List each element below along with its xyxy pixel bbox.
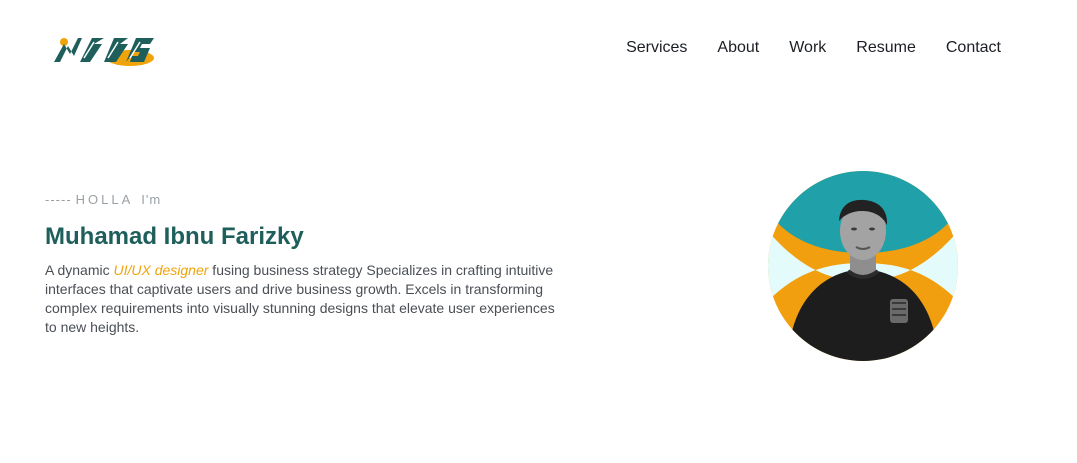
nav-work[interactable]: Work [789,38,826,58]
site-logo[interactable] [50,30,158,70]
hero-description: A dynamic UI/UX designer fusing business… [45,261,565,337]
hero-name: Muhamad Ibnu Farizky [45,223,304,250]
nav-about[interactable]: About [717,38,759,58]
eyebrow-greeting: HOLLA [75,192,134,207]
nav-resume[interactable]: Resume [856,38,916,58]
hero-eyebrow: ----- HOLLA I'm [45,192,565,207]
profile-avatar [768,171,958,361]
page: Services About Work Resume Contact -----… [0,0,1077,463]
nav-services[interactable]: Services [626,38,687,58]
nav-contact[interactable]: Contact [946,38,1001,58]
eyebrow-suffix: I'm [141,192,162,207]
main-nav: Services About Work Resume Contact [626,38,1001,58]
hero-section: ----- HOLLA I'm Muhamad Ibnu Farizky A d… [45,192,565,337]
eyebrow-dashes: ----- [45,192,72,207]
desc-prefix: A dynamic [45,262,114,278]
desc-highlight: UI/UX designer [113,262,209,278]
